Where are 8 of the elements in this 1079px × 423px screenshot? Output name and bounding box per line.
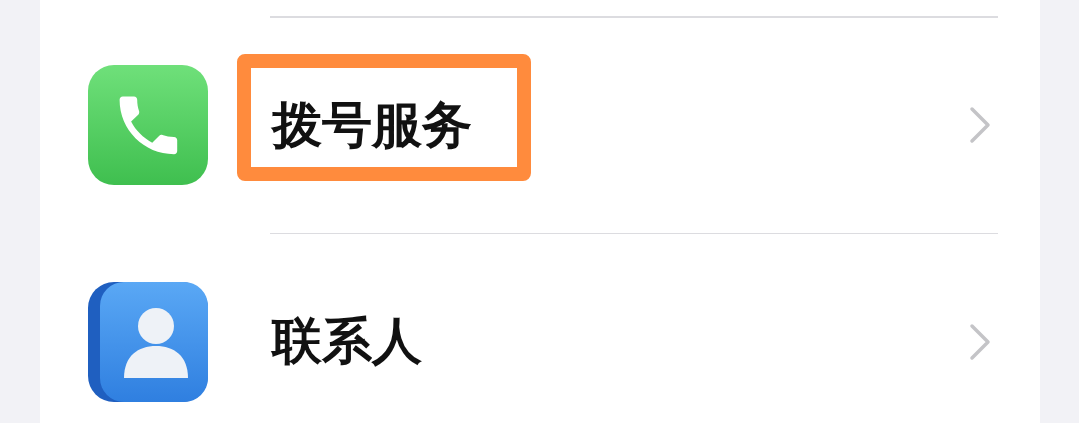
- contacts-icon: [88, 281, 208, 402]
- settings-row[interactable]: 拨号服务: [40, 17, 1040, 233]
- row-label: 拨号服务: [272, 94, 472, 156]
- row-label: 联系人: [272, 311, 422, 372]
- chevron-icon: [968, 321, 992, 362]
- settings-row[interactable]: 联系人: [40, 234, 1040, 423]
- phone-icon: [88, 65, 208, 185]
- chevron-icon: [968, 105, 992, 145]
